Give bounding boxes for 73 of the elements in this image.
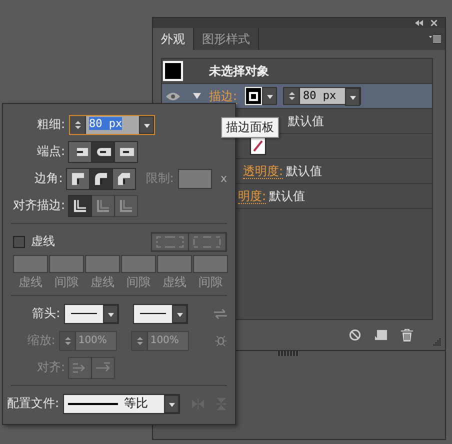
fill-none-swatch[interactable] (250, 137, 266, 155)
expand-icon[interactable] (193, 92, 201, 100)
opacity-value: 默认值 (269, 188, 306, 204)
dash-gap-label: 虚线 (162, 274, 186, 291)
scroll-grip-icon[interactable] (278, 351, 298, 356)
limit-label: 限制: (146, 170, 174, 187)
dash-gap-label: 虚线 (18, 274, 42, 291)
dashed-checkbox[interactable] (13, 236, 25, 248)
profile-dropdown[interactable]: 等比 (63, 394, 180, 414)
opacity-value: 默认值 (288, 112, 324, 130)
trash-icon[interactable] (401, 328, 413, 342)
stroke-color-dropdown[interactable] (245, 87, 278, 105)
line-cap-icon (95, 146, 111, 158)
arrowhead-label: 箭头: (31, 305, 62, 322)
opacity-link[interactable]: 透明度: (243, 164, 284, 178)
align-stroke-icon (73, 198, 87, 212)
arrow-icon (95, 362, 111, 374)
arrow-align-label: 对齐: (36, 359, 66, 376)
panel-tab[interactable]: 外观 (153, 28, 194, 50)
dash-gap-field[interactable] (49, 255, 84, 273)
dash-gap-field[interactable] (121, 255, 156, 273)
color-swatch[interactable] (163, 61, 183, 81)
dash-gap-label: 虚线 (90, 274, 114, 291)
menu-icon[interactable] (429, 35, 441, 43)
line-cap-icon (118, 146, 134, 158)
corner-button[interactable] (88, 168, 113, 190)
weight-field[interactable]: 80 px (69, 114, 155, 134)
corner-label: 边角: (34, 170, 64, 187)
dash-gap-field[interactable] (193, 255, 228, 273)
profile-label: 配置文件: (7, 395, 60, 412)
align-stroke-button[interactable] (68, 194, 92, 216)
close-icon[interactable] (431, 20, 437, 26)
selection-status: 未选择对象 (209, 62, 269, 80)
limit-unit: x (220, 172, 227, 185)
opacity-value: 默认值 (286, 162, 322, 180)
cap-button[interactable] (68, 140, 92, 162)
corner-button[interactable] (112, 168, 136, 190)
limit-field[interactable] (178, 168, 212, 188)
dash-gap-field[interactable] (13, 255, 48, 273)
collapse-icon[interactable] (415, 20, 423, 26)
opacity-link[interactable]: 明度: (238, 188, 266, 204)
cap-button[interactable] (91, 140, 115, 162)
dash-corners-button[interactable] (151, 232, 189, 250)
dash-gap-field[interactable] (157, 255, 192, 273)
corner-button[interactable] (66, 168, 90, 190)
corner-join-icon (116, 172, 131, 186)
dash-gap-label: 间隙 (54, 274, 78, 291)
dash-align-button[interactable] (188, 232, 226, 250)
corner-join-icon (94, 172, 108, 186)
swap-icon[interactable] (214, 308, 227, 318)
align-stroke-icon (119, 198, 133, 212)
tooltip: 描边面板 (221, 117, 279, 138)
duplicate-icon[interactable] (375, 329, 387, 341)
resize-grip-icon[interactable] (433, 338, 441, 346)
eye-icon[interactable] (166, 92, 180, 100)
dashed-label: 虚线 (31, 233, 55, 250)
cap-label: 端点: (36, 143, 66, 160)
cap-button[interactable] (114, 140, 138, 162)
panel-tab[interactable]: 图形样式 (194, 28, 259, 50)
dash-gap-label: 间隙 (198, 274, 222, 291)
corner-join-icon (70, 172, 85, 186)
arrow-align-button[interactable] (68, 356, 92, 378)
align-stroke-icon (96, 198, 110, 212)
clear-appearance-icon[interactable] (349, 329, 361, 341)
arrow-align-button[interactable] (91, 356, 115, 378)
stroke-weight-field[interactable]: 80 px (283, 87, 362, 105)
align-stroke-label: 对齐描边: (12, 197, 66, 214)
end-arrowhead-dropdown[interactable] (133, 304, 188, 324)
dash-gap-field[interactable] (85, 255, 120, 273)
scale-label: 缩放: (26, 332, 56, 349)
weight-label: 粗细: (36, 116, 66, 133)
start-arrowhead-dropdown[interactable] (64, 304, 120, 324)
dash-gap-label: 间隙 (126, 274, 150, 291)
